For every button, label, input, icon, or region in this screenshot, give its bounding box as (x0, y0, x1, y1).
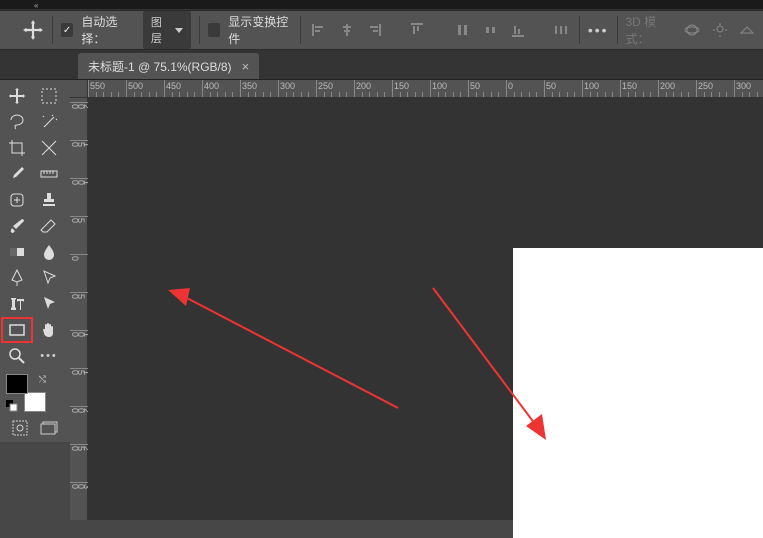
options-bar: 自动选择： 图层 显示变换控件 ••• 3D 模式： (0, 10, 763, 50)
collapse-chevrons[interactable]: « (34, 3, 38, 9)
ruler-tick-label: 50 (72, 218, 84, 222)
separator (300, 16, 301, 44)
ruler-tool[interactable] (34, 162, 64, 186)
layer-select[interactable]: 图层 (143, 11, 191, 49)
menu-bar (0, 0, 763, 10)
ruler-tick-label: 250 (698, 81, 713, 91)
ruler-tick-label: 50 (470, 81, 480, 91)
move-tool-icon (22, 19, 44, 41)
quick-mask-icon[interactable] (8, 418, 32, 438)
separator (617, 16, 618, 44)
lasso-tool[interactable] (2, 110, 32, 134)
auto-select-label: 自动选择： (81, 13, 134, 47)
separator (199, 16, 200, 44)
foreground-color[interactable] (6, 374, 28, 394)
align-left-button[interactable] (309, 19, 329, 41)
eyedropper-tool[interactable] (2, 162, 32, 186)
ruler-tick-label: 550 (90, 81, 105, 91)
tab-title: 未标题-1 @ 75.1%(RGB/8) (88, 58, 232, 75)
brush-tool[interactable] (2, 214, 32, 238)
distribute-bottom-button[interactable] (509, 19, 529, 41)
ruler-tick-label: 350 (242, 81, 257, 91)
distribute-center-v-button[interactable] (481, 19, 501, 41)
ruler-tick-label: 400 (204, 81, 219, 91)
annotation-arrow-1 (168, 278, 408, 418)
show-transform-label: 显示变换控件 (228, 13, 292, 47)
magic-wand-tool[interactable] (34, 110, 64, 134)
color-swatches[interactable]: ⤭ (6, 374, 48, 412)
separator (52, 16, 53, 44)
distribute-h-button[interactable] (551, 19, 571, 41)
zoom-tool[interactable] (2, 344, 32, 368)
ruler-corner (70, 80, 88, 98)
align-right-button[interactable] (364, 19, 384, 41)
ruler-tick-label: 300 (736, 81, 751, 91)
ruler-tick-label: 100 (432, 81, 447, 91)
vertical-ruler[interactable]: 20015010050050100150200250300 (70, 98, 88, 520)
ruler-tick-label: 200 (660, 81, 675, 91)
auto-select-checkbox[interactable] (61, 23, 73, 37)
close-tab-icon[interactable]: × (242, 59, 250, 74)
type-tool[interactable] (2, 292, 32, 316)
tool-options[interactable]: ••• (34, 344, 64, 368)
distribute-top-button[interactable] (453, 19, 473, 41)
annotation-arrow-2 (418, 278, 558, 448)
document-tabs: 未标题-1 @ 75.1%(RGB/8) × (0, 50, 763, 80)
blur-tool[interactable] (34, 240, 64, 264)
show-transform-checkbox[interactable] (208, 23, 220, 37)
swap-colors-icon[interactable]: ⤭ (39, 374, 46, 385)
eraser-tool[interactable] (34, 214, 64, 238)
gradient-tool[interactable] (2, 240, 32, 264)
ruler-tick-label: 150 (394, 81, 409, 91)
align-top-button[interactable] (407, 19, 427, 41)
toolbox: ••• ⤭ (0, 80, 70, 442)
hand-tool[interactable] (34, 318, 64, 342)
ruler-tick-label: 0 (72, 256, 78, 260)
marquee-tool[interactable] (34, 84, 64, 108)
more-options-button[interactable]: ••• (588, 19, 609, 41)
ruler-tick-label: 250 (318, 81, 333, 91)
document-tab[interactable]: 未标题-1 @ 75.1%(RGB/8) × (78, 53, 259, 79)
ruler-tick-label: 500 (128, 81, 143, 91)
ruler-tick-label: 50 (546, 81, 556, 91)
3d-light-icon[interactable] (710, 19, 730, 41)
crop-tool[interactable] (2, 136, 32, 160)
background-color[interactable] (24, 392, 46, 412)
align-center-h-button[interactable] (337, 19, 357, 41)
canvas-background[interactable] (88, 98, 763, 520)
screen-mode-icon[interactable] (38, 418, 62, 438)
move-tool[interactable] (2, 84, 32, 108)
path-select-tool[interactable] (34, 292, 64, 316)
ruler-tick-label: 450 (166, 81, 181, 91)
3d-orbit-icon[interactable] (682, 19, 702, 41)
ruler-tick-label: 150 (622, 81, 637, 91)
separator (579, 16, 580, 44)
layer-select-value: 图层 (151, 14, 169, 46)
direct-select-tool[interactable] (34, 266, 64, 290)
ruler-tick-label: 0 (508, 81, 513, 91)
ruler-tick-label: 200 (356, 81, 371, 91)
healing-tool[interactable] (2, 188, 32, 212)
3d-ground-icon[interactable] (737, 19, 757, 41)
horizontal-ruler[interactable]: 5505004504003503002502001501005005010015… (88, 80, 763, 98)
pen-tool[interactable] (2, 266, 32, 290)
ruler-tick-label: 300 (280, 81, 295, 91)
slice-tool[interactable] (34, 136, 64, 160)
rectangle-tool[interactable] (2, 318, 32, 342)
default-colors-icon[interactable] (6, 400, 18, 412)
work-area: 5505004504003503002502001501005005010015… (70, 80, 763, 520)
ruler-tick-label: 50 (72, 294, 84, 298)
ruler-tick-label: 100 (584, 81, 599, 91)
stamp-tool[interactable] (34, 188, 64, 212)
3d-mode-label: 3D 模式： (625, 13, 674, 47)
